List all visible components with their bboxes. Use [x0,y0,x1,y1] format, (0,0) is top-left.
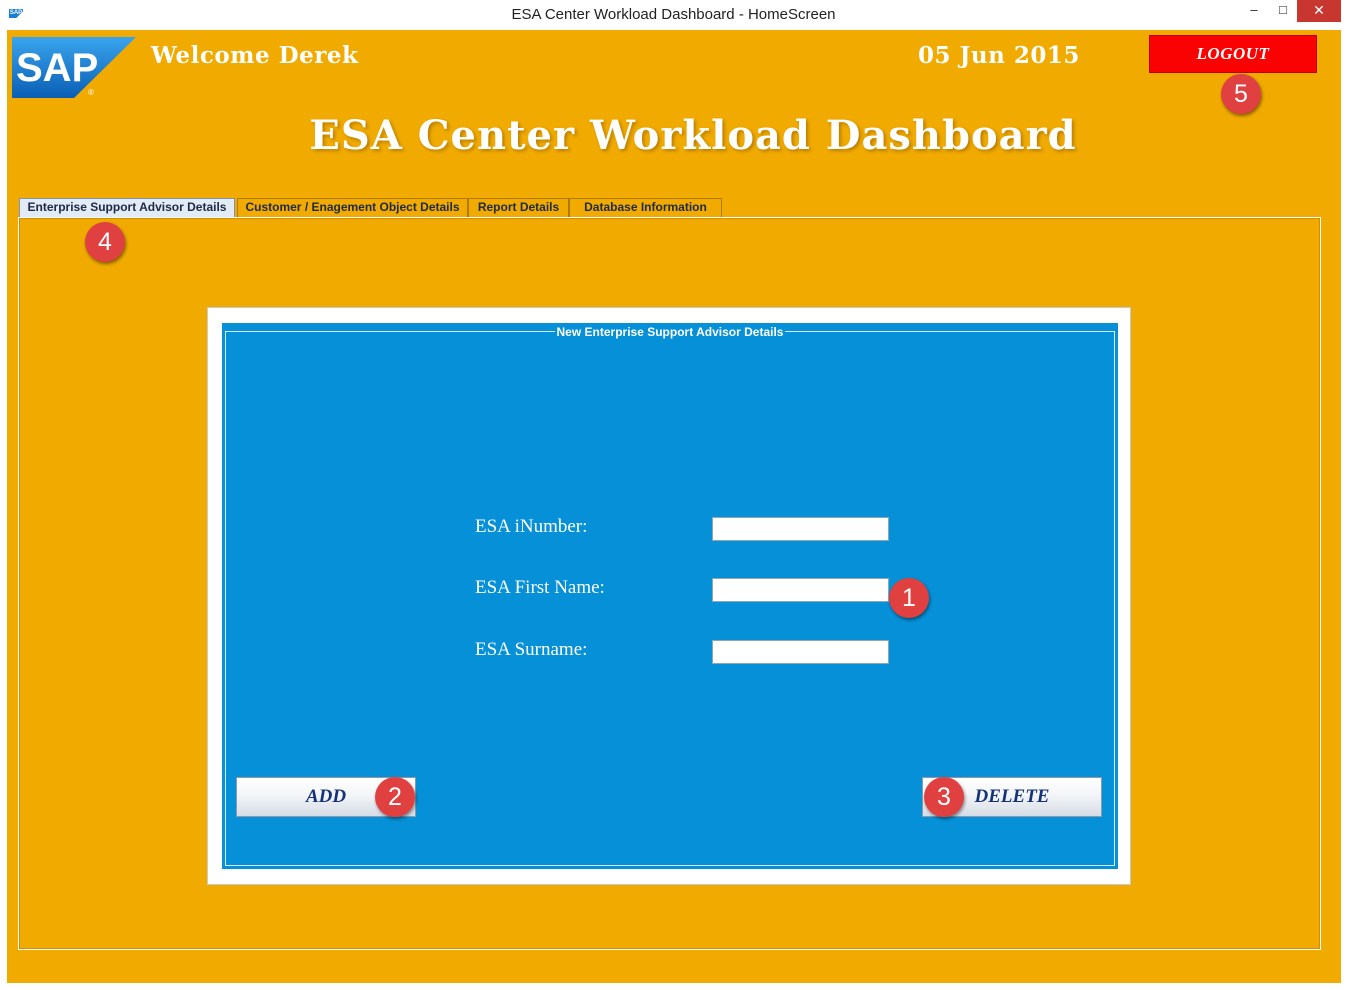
label-surname: ESA Surname: [475,639,588,660]
current-date: 05 Jun 2015 [918,42,1080,69]
group-title-text: New Enterprise Support Advisor Details [554,325,786,339]
esa-form-panel: New Enterprise Support Advisor Details E… [222,323,1118,869]
tab-customer-engagement[interactable]: Customer / Enagement Object Details [237,198,468,217]
title-bar: SAP ESA Center Workload Dashboard - Home… [0,0,1347,30]
main-frame: SAP ® Welcome Derek 05 Jun 2015 LOGOUT 5… [7,30,1341,983]
close-button[interactable]: ✕ [1297,0,1341,22]
first-name-input[interactable] [712,578,889,602]
callout-3: 3 [924,777,964,817]
esa-form-card: New Enterprise Support Advisor Details E… [207,307,1131,885]
tab-report-details[interactable]: Report Details [468,198,569,217]
inumber-input[interactable] [712,517,889,541]
callout-5: 5 [1221,74,1261,114]
sap-logo-text: SAP [16,46,98,90]
logout-button[interactable]: LOGOUT [1149,35,1317,73]
surname-input[interactable] [712,640,889,664]
label-inumber: ESA iNumber: [475,516,588,537]
svg-text:®: ® [88,88,94,97]
minimize-button[interactable]: – [1241,0,1267,22]
tab-database-information[interactable]: Database Information [569,198,722,217]
maximize-button[interactable]: □ [1270,0,1296,22]
callout-2: 2 [375,777,415,817]
tab-esa-details[interactable]: Enterprise Support Advisor Details [19,198,235,218]
window-title: ESA Center Workload Dashboard - HomeScre… [511,6,836,23]
welcome-text: Welcome Derek [151,42,359,69]
callout-1: 1 [889,578,929,618]
group-title: New Enterprise Support Advisor Details [222,325,1118,339]
label-first-name: ESA First Name: [475,577,605,598]
sap-logo: SAP ® [12,37,136,98]
page-title: ESA Center Workload Dashboard [309,112,1077,159]
